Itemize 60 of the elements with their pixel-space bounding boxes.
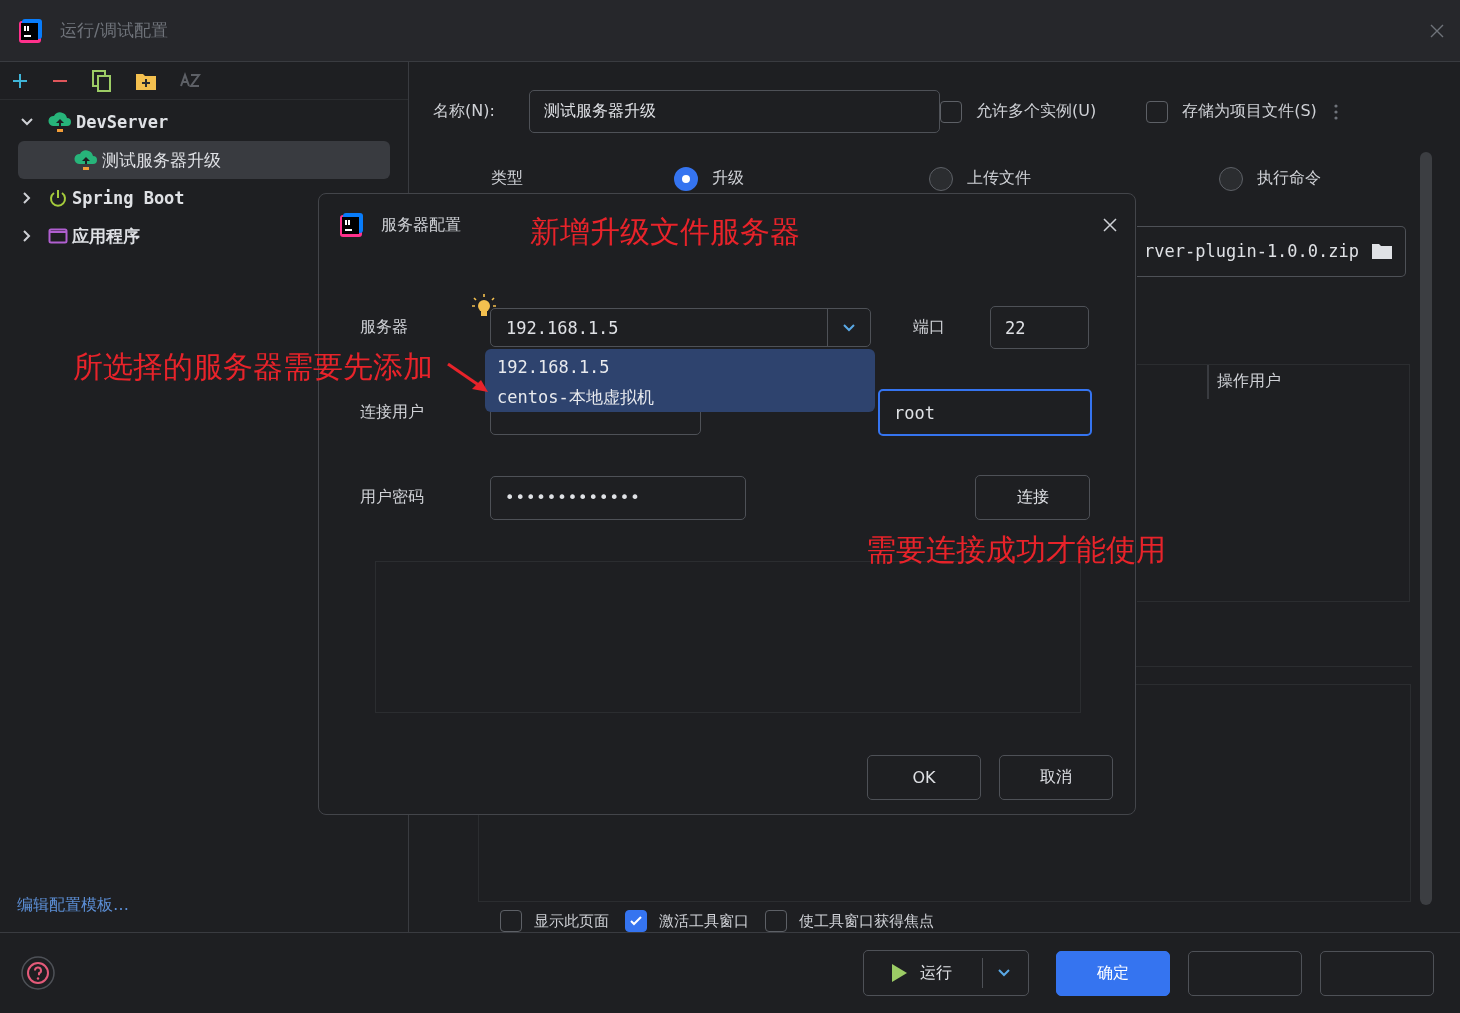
run-button[interactable]: 运行 [863, 950, 1029, 996]
more-icon[interactable] [1332, 102, 1339, 121]
checkbox[interactable] [940, 100, 962, 123]
checkbox[interactable] [1146, 100, 1169, 123]
add-icon[interactable] [11, 71, 29, 90]
option-label: 显示此页面 [534, 911, 609, 931]
annotation-arrow [446, 362, 490, 394]
radio-button[interactable] [929, 166, 953, 191]
radio-label: 执行命令 [1257, 168, 1321, 190]
tree-item[interactable]: 测试服务器升级 [18, 141, 390, 179]
ok-button[interactable]: OK [867, 755, 981, 800]
copy-icon[interactable] [91, 69, 113, 92]
help-icon[interactable] [20, 955, 56, 991]
play-icon [890, 963, 908, 983]
user-label: 连接用户 [360, 402, 425, 423]
column-header: 操作用户 [1217, 371, 1281, 393]
password-field[interactable]: ••••••••••••• [490, 475, 746, 520]
cancel-button[interactable]: 取消 [999, 755, 1113, 800]
option-label: 激活工具窗口 [659, 911, 749, 931]
window-icon [48, 227, 68, 245]
edit-templates-link[interactable]: 编辑配置模板… [17, 895, 129, 916]
radio-button[interactable] [674, 166, 698, 191]
power-icon [48, 188, 68, 208]
checkbox[interactable] [765, 910, 787, 932]
radio-button[interactable] [1219, 166, 1243, 191]
port-label: 端口 [913, 317, 946, 338]
radio-label: 升级 [712, 168, 744, 190]
annotation-text: 新增升级文件服务器 [530, 213, 800, 251]
option-label: 使工具窗口获得焦点 [799, 911, 934, 931]
check-icon [629, 914, 643, 928]
file-path-field[interactable]: rver-plugin-1.0.0.zip [1137, 225, 1406, 277]
password-label: 用户密码 [360, 487, 425, 508]
folder-icon[interactable] [1371, 242, 1393, 261]
tree-item[interactable]: Spring Boot [0, 179, 390, 217]
annotation-text: 所选择的服务器需要先添加 [73, 348, 433, 386]
dialog-title: 服务器配置 [381, 214, 461, 236]
cloud-upload-icon [48, 111, 72, 133]
cloud-upload-icon [74, 149, 98, 171]
tree-item[interactable]: DevServer [0, 103, 390, 141]
server-combo[interactable]: 192.168.1.5 [490, 308, 871, 347]
server-label: 服务器 [360, 317, 409, 338]
app-logo-icon [16, 17, 42, 44]
operator-field[interactable]: root [878, 389, 1092, 436]
window-title: 运行/调试配置 [60, 19, 168, 42]
checkbox[interactable] [500, 910, 522, 932]
port-field[interactable]: 22 [990, 306, 1089, 349]
scrollbar[interactable] [1420, 152, 1432, 905]
option-label: 存储为项目文件(S) [1182, 101, 1317, 122]
app-logo-icon [337, 212, 363, 238]
name-label: 名称(N): [433, 101, 496, 122]
name-field[interactable]: 测试服务器升级 [529, 90, 940, 133]
annotation-text: 需要连接成功才能使用 [866, 531, 1166, 569]
dropdown-item[interactable]: centos-本地虚拟机 [485, 382, 875, 412]
radio-label: 上传文件 [967, 168, 1031, 190]
type-label: 类型 [491, 168, 524, 190]
confirm-button[interactable]: 确定 [1056, 950, 1170, 996]
option-label: 允许多个实例(U) [976, 101, 1097, 122]
checkbox[interactable] [625, 910, 647, 932]
lightbulb-icon[interactable] [471, 293, 497, 319]
connect-button[interactable]: 连接 [975, 475, 1090, 520]
